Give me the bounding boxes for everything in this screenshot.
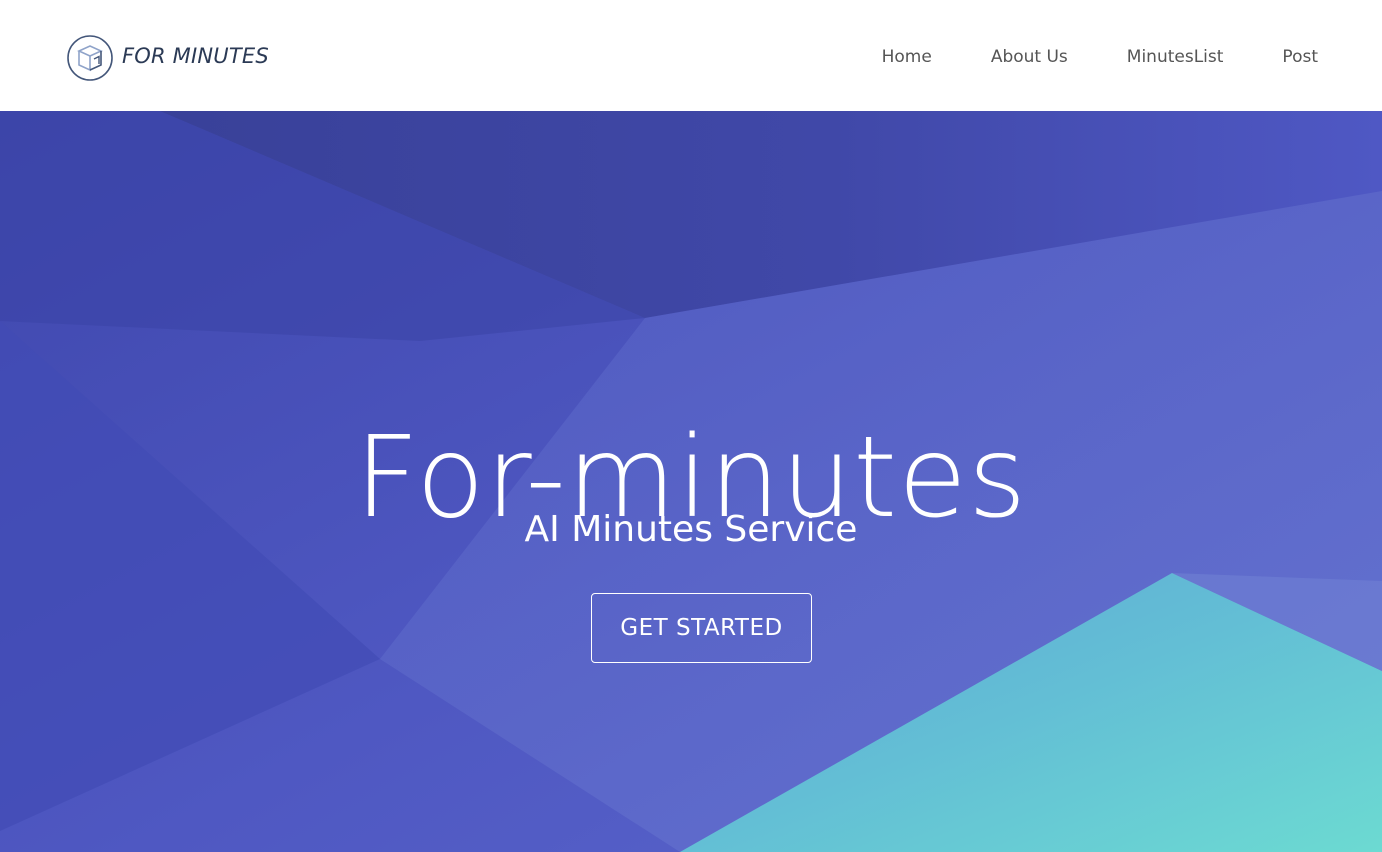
get-started-button[interactable]: GET STARTED bbox=[591, 593, 812, 663]
brand-home-link[interactable]: FOR MINUTES bbox=[66, 34, 269, 82]
nav-home[interactable]: Home bbox=[882, 47, 932, 67]
hero-subtitle: AI Minutes Service bbox=[524, 509, 858, 550]
top-navbar: FOR MINUTES Home About Us MinutesList Po… bbox=[0, 0, 1382, 111]
brand-name: FOR MINUTES bbox=[122, 44, 269, 68]
box-cube-icon bbox=[67, 35, 113, 81]
nav-post[interactable]: Post bbox=[1282, 47, 1318, 67]
nav-about-us[interactable]: About Us bbox=[991, 47, 1068, 67]
hero-section: For-minutes AI Minutes Service GET START… bbox=[0, 111, 1382, 852]
nav-minutes-list[interactable]: MinutesList bbox=[1127, 47, 1224, 67]
main-nav: Home About Us MinutesList Post bbox=[882, 47, 1318, 67]
